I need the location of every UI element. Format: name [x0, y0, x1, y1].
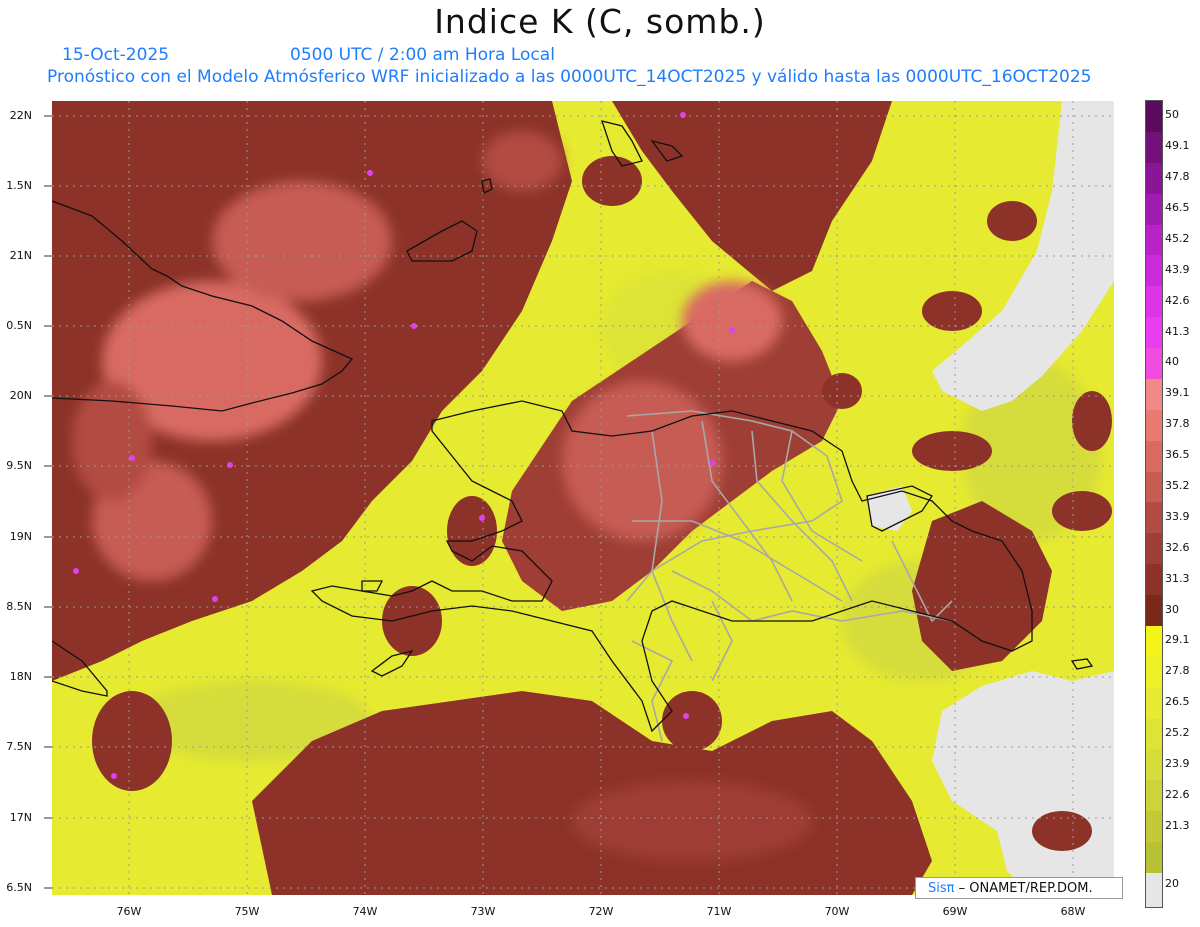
colorbar-segment: [1146, 625, 1162, 658]
colorbar-label: 49.1: [1165, 139, 1190, 153]
lat-label: 22N: [9, 109, 32, 122]
colorbar-segment: [1146, 286, 1162, 318]
lat-label: 17N: [9, 811, 32, 824]
colorbar-segment: [1146, 749, 1162, 781]
colorbar-segment: [1146, 348, 1162, 380]
colorbar-segment: [1146, 255, 1162, 287]
colorbar-label: 39.1: [1165, 386, 1190, 400]
lat-label: 1.5N: [6, 179, 32, 192]
map-title: Indice K (C, somb.): [434, 2, 766, 41]
colorbar-label: 36.5: [1165, 448, 1190, 462]
lon-label: 70W: [824, 905, 850, 918]
colorbar-segment: [1146, 101, 1162, 133]
lon-label: 68W: [1060, 905, 1086, 918]
sispi-logo: Sisπ: [928, 881, 955, 896]
colorbar-label: 43.9: [1165, 262, 1190, 276]
colorbar-label: 32.6: [1165, 540, 1190, 554]
colorbar-label: 33.9: [1165, 509, 1190, 523]
colorbar-segment: [1146, 440, 1162, 473]
valid-time: 0500 UTC / 2:00 am Hora Local: [290, 45, 555, 65]
lon-label: 74W: [352, 905, 378, 918]
colorbar-segment: [1146, 656, 1162, 689]
colorbar-label: 35.2: [1165, 479, 1190, 492]
colorbar-label: 40: [1165, 355, 1179, 369]
colorbar-label: 50: [1165, 108, 1179, 122]
lon-label: 76W: [116, 905, 142, 918]
colorbar-label: 27.8: [1165, 664, 1190, 678]
colorbar-segment: [1146, 718, 1162, 750]
lat-label: 8.5N: [6, 600, 32, 613]
colorbar-label: 45.2: [1165, 231, 1190, 245]
credit-text: – ONAMET/REP.DOM.: [958, 881, 1093, 896]
forecast-date: 15-Oct-2025: [62, 45, 170, 65]
lon-label: 72W: [588, 905, 614, 918]
colorbar-label: 30: [1165, 602, 1179, 616]
credit-box: Sisπ – ONAMET/REP.DOM.: [915, 877, 1123, 899]
lat-label: 18N: [9, 670, 32, 683]
colorbar-segment: [1146, 842, 1162, 874]
colorbar-segment: [1146, 533, 1162, 565]
colorbar-label: 20: [1165, 877, 1179, 891]
colorbar-segment: [1146, 193, 1162, 225]
colorbar-segment: [1146, 162, 1162, 195]
colorbar-label: 23.9: [1165, 756, 1190, 770]
lat-label: 21N: [9, 249, 32, 262]
colorbar-below-segment: [1146, 873, 1162, 907]
colorbar-segment: [1146, 317, 1162, 349]
colorbar-segment: [1146, 502, 1162, 534]
colorbar-segment: [1146, 564, 1162, 596]
colorbar-label: 21.3: [1165, 818, 1190, 832]
colorbar-label: 47.8: [1165, 170, 1190, 184]
colorbar-segment: [1146, 687, 1162, 720]
lat-label: 19N: [9, 530, 32, 543]
lon-label: 75W: [234, 905, 260, 918]
colorbar-label: 22.6: [1165, 787, 1190, 801]
colorbar-label: 46.5: [1165, 201, 1190, 215]
colorbar-segment: [1146, 471, 1162, 503]
model-info: Pronóstico con el Modelo Atmósferico WRF…: [47, 67, 1092, 87]
lon-label: 71W: [706, 905, 732, 918]
colorbar-segment: [1146, 811, 1162, 843]
colorbar-segment: [1146, 224, 1162, 256]
forecast-map: [52, 101, 1114, 895]
colorbar-segment: [1146, 409, 1162, 442]
lon-label: 73W: [470, 905, 496, 918]
colorbar-label: 29.1: [1165, 633, 1190, 647]
lat-label: 6.5N: [6, 881, 32, 894]
lat-label: 20N: [9, 389, 32, 402]
colorbar-label: 26.5: [1165, 695, 1190, 709]
lat-label: 0.5N: [6, 319, 32, 332]
lon-label: 69W: [942, 905, 968, 918]
colorbar-segment: [1146, 378, 1162, 411]
colorbar-segment: [1146, 780, 1162, 812]
colorbar-segment: [1146, 131, 1162, 164]
colorbar-label: 31.3: [1165, 571, 1190, 585]
colorbar-segment: [1146, 595, 1162, 627]
lat-label: 7.5N: [6, 740, 32, 753]
colorbar-label: 42.6: [1165, 293, 1190, 307]
colorbar-label: 41.3: [1165, 324, 1190, 338]
colorbar-label: 37.8: [1165, 417, 1190, 431]
colorbar: [1145, 100, 1163, 908]
colorbar-label: 25.2: [1165, 726, 1190, 740]
lat-ticks: [44, 115, 52, 889]
lat-label: 9.5N: [6, 459, 32, 472]
